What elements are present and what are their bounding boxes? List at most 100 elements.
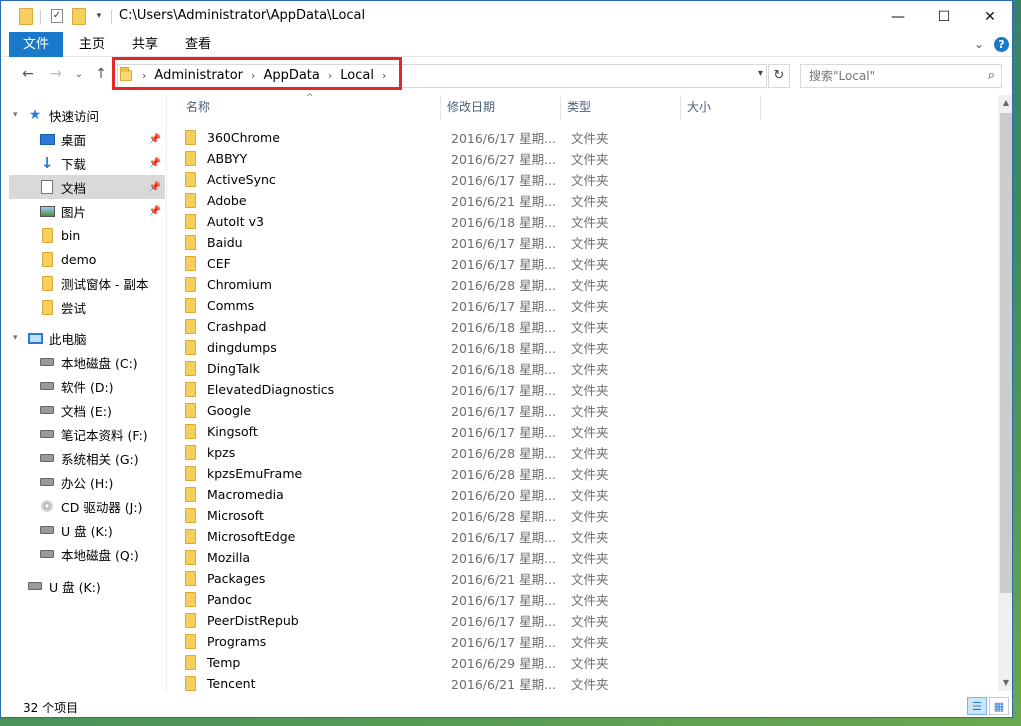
new-folder-icon[interactable] — [71, 7, 87, 25]
column-header-date[interactable]: 修改日期 — [441, 95, 561, 120]
breadcrumb-appdata[interactable]: AppData — [263, 68, 319, 83]
file-name[interactable]: Mozilla — [207, 550, 451, 565]
back-button[interactable]: ← — [18, 66, 38, 82]
large-icons-view-button[interactable]: ▦ — [989, 697, 1009, 715]
file-name[interactable]: ABBYY — [207, 151, 451, 166]
pin-icon[interactable]: 📌 — [149, 206, 161, 217]
table-row[interactable]: Google 2016/6/17 星期... 文件夹 — [182, 400, 782, 421]
address-bar[interactable]: › Administrator › AppData › Local › ▾ — [117, 64, 767, 88]
file-name[interactable]: Chromium — [207, 277, 451, 292]
search-input[interactable] — [809, 66, 979, 86]
pin-icon[interactable]: 📌 — [149, 134, 161, 145]
sidebar-item-test-form-copy[interactable]: 测试窗体 - 副本 — [9, 271, 165, 295]
file-name[interactable]: kpzs — [207, 445, 451, 460]
table-row[interactable]: 360Chrome 2016/6/17 星期... 文件夹 — [182, 127, 782, 148]
refresh-button[interactable]: ↻ — [768, 64, 790, 88]
file-name[interactable]: Microsoft — [207, 508, 451, 523]
sidebar-item-drive-j[interactable]: CD 驱动器 (J:) — [9, 494, 165, 518]
recent-locations-button[interactable]: ⌄ — [69, 69, 89, 80]
file-name[interactable]: Programs — [207, 634, 451, 649]
table-row[interactable]: Baidu 2016/6/17 星期... 文件夹 — [182, 232, 782, 253]
close-button[interactable]: ✕ — [967, 1, 1012, 32]
tab-file[interactable]: 文件 — [9, 32, 63, 57]
scroll-thumb[interactable] — [1000, 113, 1012, 593]
table-row[interactable]: ABBYY 2016/6/27 星期... 文件夹 — [182, 148, 782, 169]
sidebar-item-drive-d[interactable]: 软件 (D:) — [9, 374, 165, 398]
table-row[interactable]: DingTalk 2016/6/18 星期... 文件夹 — [182, 358, 782, 379]
sidebar-item-pictures[interactable]: 图片 📌 — [9, 199, 165, 223]
help-icon[interactable]: ? — [994, 37, 1009, 52]
sidebar-item-drive-q[interactable]: 本地磁盘 (Q:) — [9, 542, 165, 566]
up-button[interactable]: ↑ — [91, 66, 111, 82]
table-row[interactable]: Comms 2016/6/17 星期... 文件夹 — [182, 295, 782, 316]
table-row[interactable]: PeerDistRepub 2016/6/17 星期... 文件夹 — [182, 610, 782, 631]
file-name[interactable]: ElevatedDiagnostics — [207, 382, 451, 397]
file-name[interactable]: Macromedia — [207, 487, 451, 502]
sidebar-item-downloads[interactable]: ↓ 下载 📌 — [9, 151, 165, 175]
file-name[interactable]: PeerDistRepub — [207, 613, 451, 628]
sidebar-item-documents[interactable]: 文档 📌 — [9, 175, 165, 199]
sidebar-quick-access[interactable]: ▾ ★ 快速访问 — [9, 103, 165, 127]
file-name[interactable]: CEF — [207, 256, 451, 271]
customize-toolbar-icon[interactable]: ▾ — [91, 8, 107, 24]
table-row[interactable]: Microsoft 2016/6/28 星期... 文件夹 — [182, 505, 782, 526]
breadcrumb-local[interactable]: Local — [340, 68, 374, 83]
chevron-down-icon[interactable]: ▾ — [758, 68, 763, 79]
minimize-button[interactable]: — — [875, 1, 921, 32]
column-header-name[interactable]: 名称 ^ — [168, 93, 441, 120]
forward-button[interactable]: → — [46, 66, 66, 82]
file-name[interactable]: Pandoc — [207, 592, 451, 607]
search-box[interactable]: ⌕ — [800, 64, 1002, 88]
sidebar-item-attempt[interactable]: 尝试 — [9, 295, 165, 319]
sidebar-item-drive-e[interactable]: 文档 (E:) — [9, 398, 165, 422]
scroll-down-icon[interactable]: ▼ — [998, 675, 1012, 691]
chevron-right-icon[interactable]: › — [251, 69, 255, 82]
details-view-button[interactable]: ☰ — [967, 697, 987, 715]
maximize-button[interactable]: ☐ — [921, 1, 967, 32]
pin-icon[interactable]: 📌 — [149, 182, 161, 193]
table-row[interactable]: Crashpad 2016/6/18 星期... 文件夹 — [182, 316, 782, 337]
file-name[interactable]: Tencent — [207, 676, 451, 691]
table-row[interactable]: AutoIt v3 2016/6/18 星期... 文件夹 — [182, 211, 782, 232]
file-name[interactable]: dingdumps — [207, 340, 451, 355]
file-name[interactable]: DingTalk — [207, 361, 451, 376]
table-row[interactable]: kpzsEmuFrame 2016/6/28 星期... 文件夹 — [182, 463, 782, 484]
table-row[interactable]: dingdumps 2016/6/18 星期... 文件夹 — [182, 337, 782, 358]
table-row[interactable]: Temp 2016/6/29 星期... 文件夹 — [182, 652, 782, 673]
file-name[interactable]: Crashpad — [207, 319, 451, 334]
file-name[interactable]: MicrosoftEdge — [207, 529, 451, 544]
file-name[interactable]: Baidu — [207, 235, 451, 250]
table-row[interactable]: Chromium 2016/6/28 星期... 文件夹 — [182, 274, 782, 295]
file-name[interactable]: Kingsoft — [207, 424, 451, 439]
column-header-type[interactable]: 类型 — [561, 95, 681, 120]
file-name[interactable]: AutoIt v3 — [207, 214, 451, 229]
file-name[interactable]: Comms — [207, 298, 451, 313]
table-row[interactable]: ActiveSync 2016/6/17 星期... 文件夹 — [182, 169, 782, 190]
file-name[interactable]: Google — [207, 403, 451, 418]
sidebar-item-bin[interactable]: bin — [9, 223, 165, 247]
pin-icon[interactable]: 📌 — [149, 158, 161, 169]
sidebar-item-drive-h[interactable]: 办公 (H:) — [9, 470, 165, 494]
expand-ribbon-icon[interactable]: ⌄ — [974, 37, 984, 51]
sidebar-item-drive-c[interactable]: 本地磁盘 (C:) — [9, 350, 165, 374]
file-name[interactable]: 360Chrome — [207, 130, 451, 145]
table-row[interactable]: kpzs 2016/6/28 星期... 文件夹 — [182, 442, 782, 463]
scroll-up-icon[interactable]: ▲ — [998, 95, 1012, 111]
file-name[interactable]: Adobe — [207, 193, 451, 208]
file-name[interactable]: kpzsEmuFrame — [207, 466, 451, 481]
table-row[interactable]: Packages 2016/6/21 星期... 文件夹 — [182, 568, 782, 589]
tab-view[interactable]: 查看 — [175, 32, 221, 57]
table-row[interactable]: Tencent 2016/6/21 星期... 文件夹 — [182, 673, 782, 694]
sidebar-item-drive-f[interactable]: 笔记本资料 (F:) — [9, 422, 165, 446]
table-row[interactable]: Mozilla 2016/6/17 星期... 文件夹 — [182, 547, 782, 568]
table-row[interactable]: Macromedia 2016/6/20 星期... 文件夹 — [182, 484, 782, 505]
table-row[interactable]: Pandoc 2016/6/17 星期... 文件夹 — [182, 589, 782, 610]
table-row[interactable]: MicrosoftEdge 2016/6/17 星期... 文件夹 — [182, 526, 782, 547]
search-icon[interactable]: ⌕ — [988, 68, 995, 83]
sidebar-this-pc[interactable]: ▾ 此电脑 — [9, 326, 165, 350]
table-row[interactable]: Programs 2016/6/17 星期... 文件夹 — [182, 631, 782, 652]
properties-icon[interactable]: ✓ — [49, 8, 65, 24]
vertical-scrollbar[interactable]: ▲ ▼ — [998, 95, 1012, 691]
tab-home[interactable]: 主页 — [69, 32, 115, 57]
table-row[interactable]: Adobe 2016/6/21 星期... 文件夹 — [182, 190, 782, 211]
